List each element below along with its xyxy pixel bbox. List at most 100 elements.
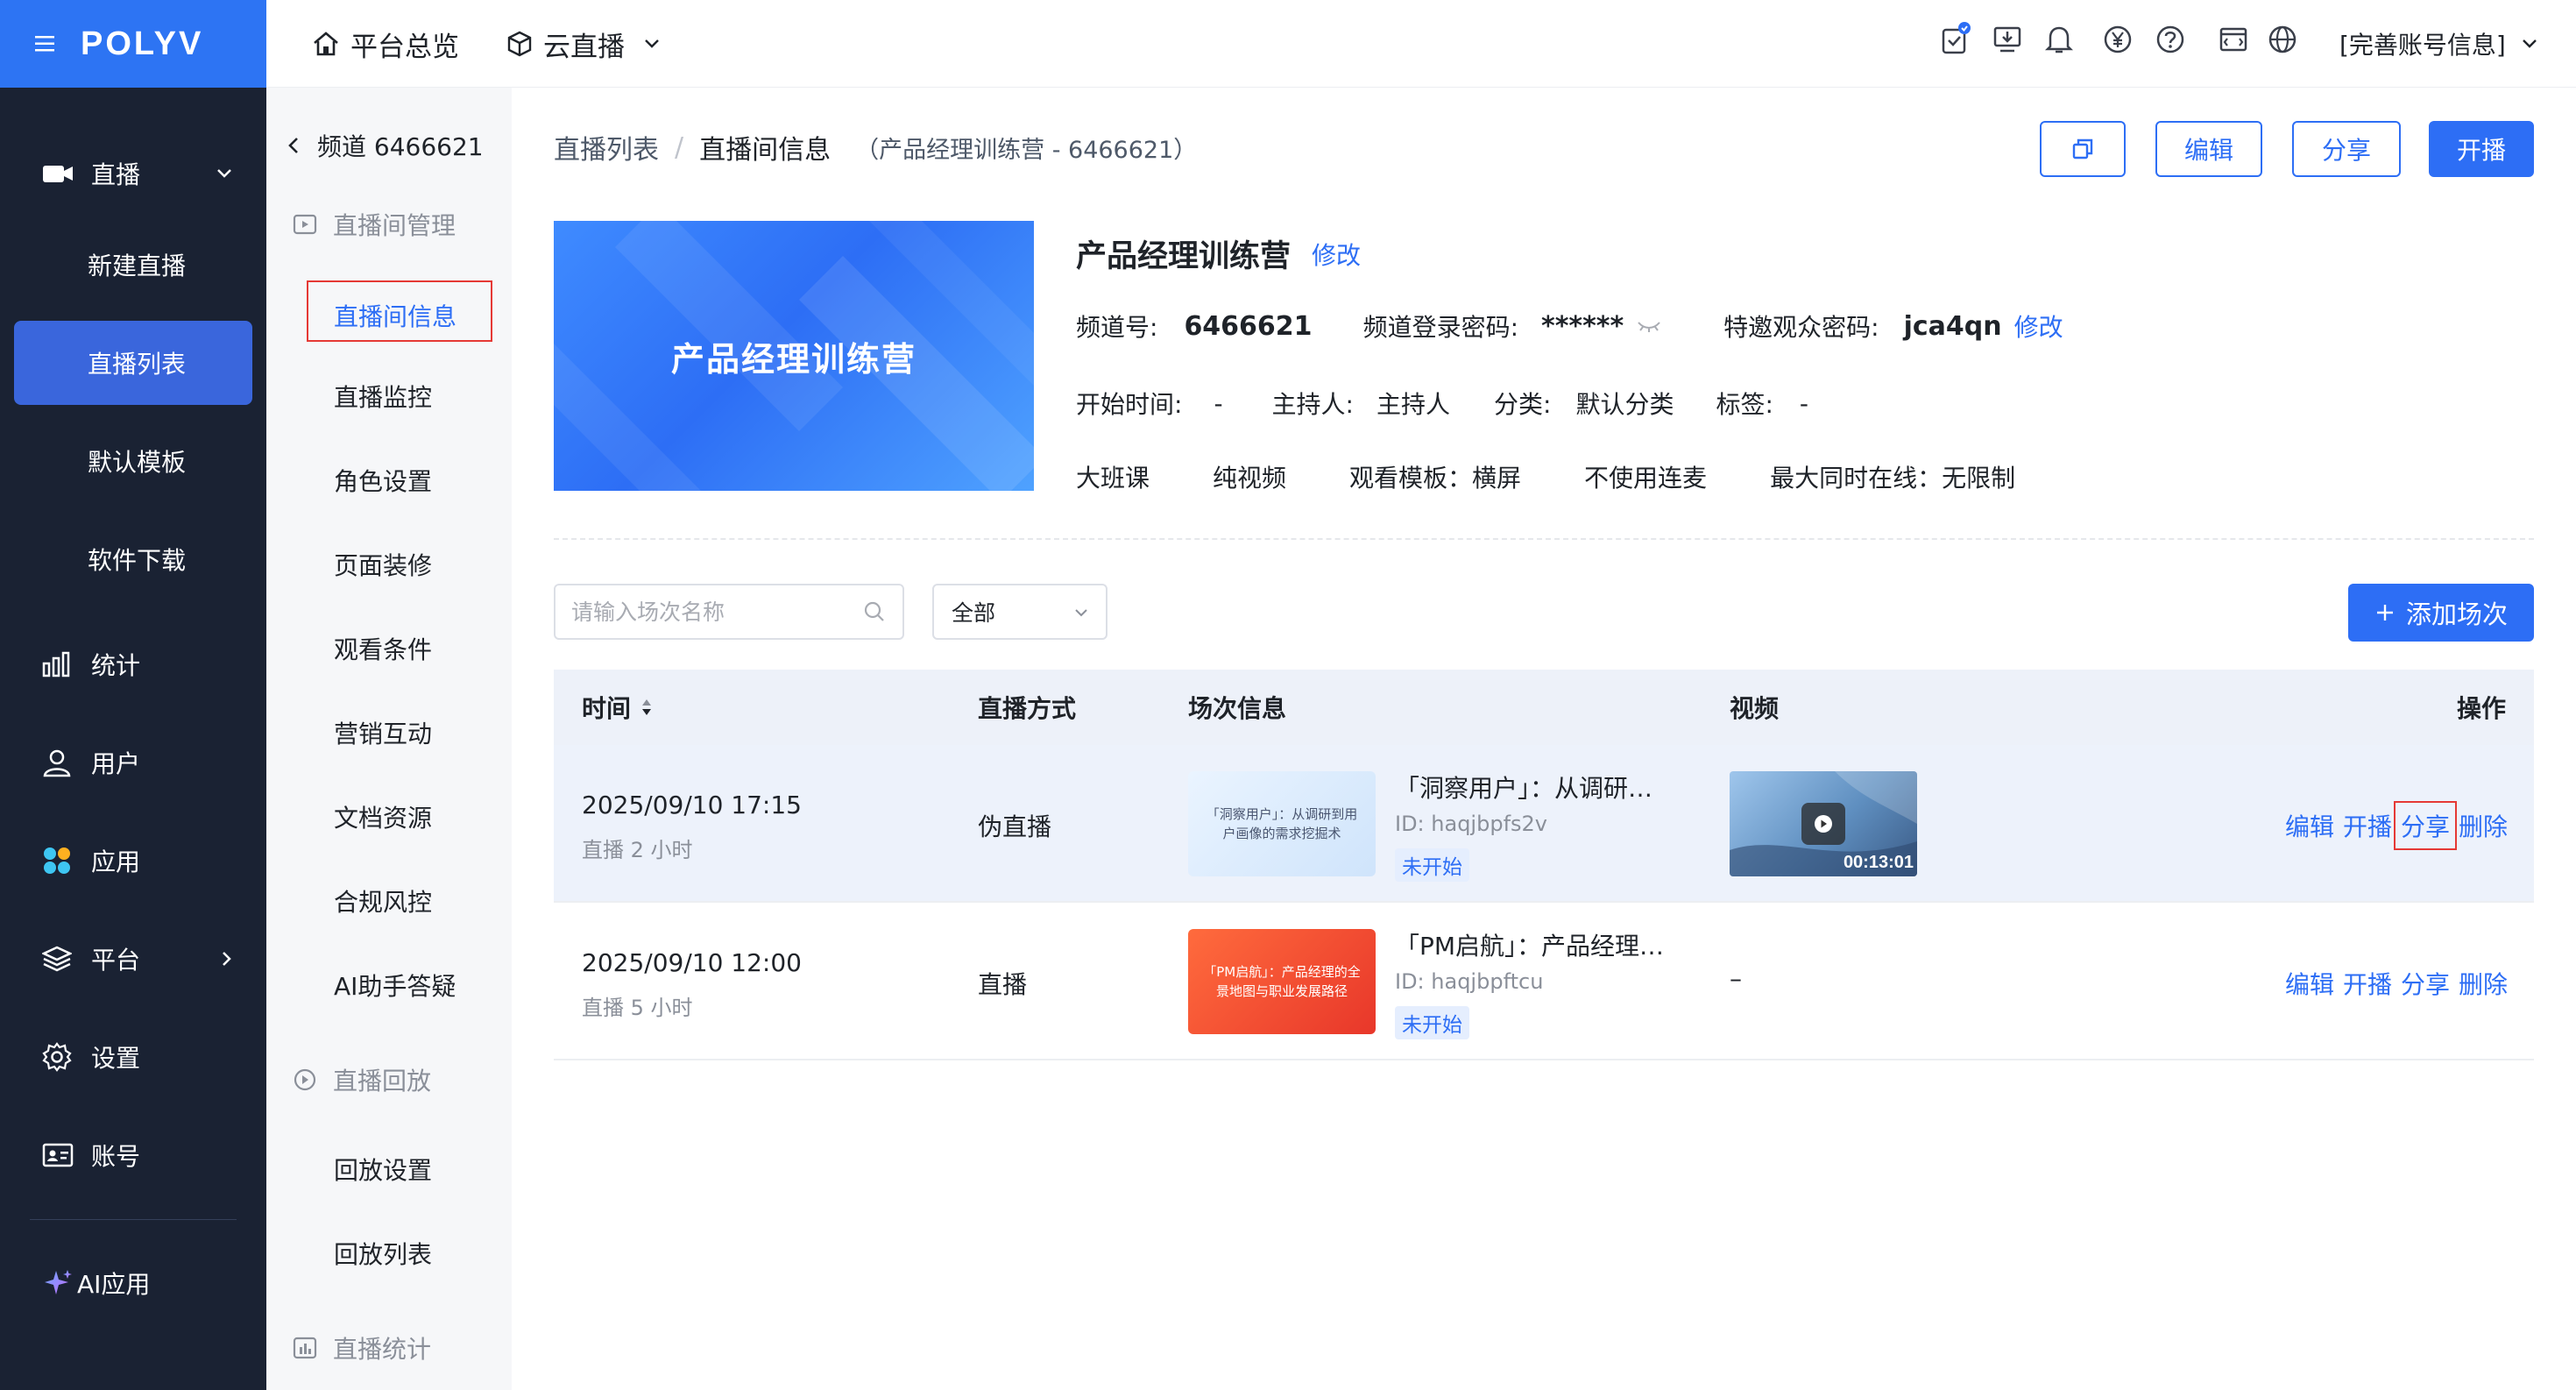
nav-ai-label: AI应用 (77, 1270, 151, 1299)
table-row[interactable]: 2025/09/10 12:00 直播 5 小时 直播 「PM启航」：产品经理的… (554, 903, 2534, 1060)
modify-title-link[interactable]: 修改 (1312, 237, 1361, 272)
channel-no: 6466621 (1184, 310, 1313, 342)
replay-icon (293, 1067, 317, 1092)
breadcrumb-live-list[interactable]: 直播列表 (554, 128, 659, 167)
video-empty: – (1730, 964, 1742, 993)
nav-stats[interactable]: 统计 (14, 622, 252, 706)
nav-new-live[interactable]: 新建直播 (14, 223, 252, 307)
group-room-manage: 直播间管理 (293, 207, 456, 242)
row-edit-link[interactable]: 编辑 (2285, 808, 2334, 843)
row-start-link[interactable]: 开播 (2343, 966, 2392, 1001)
side-room-info[interactable]: 直播间信息 (334, 298, 456, 333)
nav-ai[interactable]: AI应用 (14, 1241, 252, 1325)
side-playback-list[interactable]: 回放列表 (334, 1236, 432, 1271)
room-title-row: 产品经理训练营 修改 (1076, 231, 1361, 276)
cover-title: 产品经理训练营 (670, 339, 916, 379)
main-content: 直播列表 / 直播间信息 （产品经理训练营 - 6466621） 编辑 分享 开… (512, 88, 2576, 1390)
nav-live-list[interactable]: 直播列表 (14, 321, 252, 405)
prop-max-online: 最大同时在线：无限制 (1770, 464, 2016, 493)
row-edit-link[interactable]: 编辑 (2285, 966, 2334, 1001)
session-title[interactable]: 「洞察用户」：从调研… (1395, 769, 1652, 805)
top-menu-cloud-live[interactable]: 云直播 (506, 0, 660, 88)
side-role-settings[interactable]: 角色设置 (334, 463, 432, 498)
menu-toggle-icon[interactable] (35, 34, 58, 53)
video-thumbnail[interactable]: 00:13:01 (1730, 771, 1917, 876)
prop-mic: 不使用连麦 (1584, 464, 1708, 493)
chevron-down-icon (644, 39, 660, 49)
side-ai-assistant[interactable]: AI助手答疑 (334, 968, 456, 1003)
nav-settings[interactable]: 设置 (14, 1015, 252, 1099)
yen-icon[interactable] (2103, 25, 2133, 54)
nav-account[interactable]: 账号 (14, 1113, 252, 1197)
brand-bar: POLYV (0, 0, 266, 88)
edit-button[interactable]: 编辑 (2155, 121, 2262, 177)
nav-users[interactable]: 用户 (14, 720, 252, 805)
top-menu-overview[interactable]: 平台总览 (312, 0, 459, 88)
account-menu[interactable]: [完善账号信息] (2339, 0, 2537, 88)
status-select[interactable]: 全部 (932, 584, 1108, 640)
status-badge: 未开始 (1395, 1006, 1469, 1039)
th-time-label: 时间 (582, 694, 632, 723)
play-icon[interactable] (1801, 803, 1845, 845)
globe-icon[interactable] (2268, 25, 2297, 54)
login-pwd-label: 频道登录密码: (1362, 313, 1518, 342)
group-stats: 直播统计 (293, 1330, 431, 1365)
row-delete-link[interactable]: 删除 (2459, 808, 2508, 843)
nav-live[interactable]: 直播 (14, 131, 252, 216)
sparkle-icon (42, 1267, 74, 1299)
row-share-link[interactable]: 分享 (2393, 801, 2457, 850)
row-start-link[interactable]: 开播 (2343, 808, 2392, 843)
nav-software-download[interactable]: 软件下载 (14, 517, 252, 601)
session-time: 2025/09/10 12:00 (582, 948, 802, 977)
nav-platform[interactable]: 平台 (14, 917, 252, 1001)
top-bar: 平台总览 云直播 [完善账号信息] (266, 0, 2576, 88)
plus-icon (2374, 602, 2396, 623)
nav-apps[interactable]: 应用 (14, 819, 252, 903)
th-time[interactable]: 时间 (582, 670, 654, 745)
add-session-button[interactable]: 添加场次 (2348, 584, 2534, 642)
logo[interactable]: POLYV (81, 25, 203, 63)
nav-default-template[interactable]: 默认模板 (14, 419, 252, 503)
side-marketing[interactable]: 营销互动 (334, 715, 432, 750)
start-live-button[interactable]: 开播 (2429, 121, 2534, 177)
id-card-icon (42, 1142, 74, 1168)
category-label: 分类: (1494, 390, 1552, 419)
eye-closed-icon[interactable] (1636, 318, 1662, 334)
th-mode: 直播方式 (978, 694, 1077, 723)
search-icon[interactable] (862, 599, 887, 624)
video-duration: 00:13:01 (1843, 853, 1914, 872)
session-status-wrap: 未开始 (1395, 1006, 1469, 1039)
copy-button[interactable] (2040, 121, 2126, 177)
status-badge: 未开始 (1395, 848, 1469, 882)
gear-icon (42, 1042, 72, 1072)
bell-icon[interactable] (2045, 25, 2073, 54)
table-row[interactable]: 2025/09/10 17:15 直播 2 小时 伪直播 「洞察用户」：从调研到… (554, 745, 2534, 903)
download-icon[interactable] (1992, 25, 2022, 54)
row-share-link[interactable]: 分享 (2401, 966, 2450, 1001)
side-live-monitor[interactable]: 直播监控 (334, 379, 432, 414)
sort-icon[interactable] (640, 696, 654, 719)
console-icon[interactable] (2219, 25, 2248, 54)
session-title[interactable]: 「PM启航」：产品经理… (1395, 927, 1664, 962)
add-session-label: 添加场次 (2405, 599, 2508, 629)
share-button[interactable]: 分享 (2292, 121, 2401, 177)
nav-account-label: 账号 (91, 1142, 141, 1171)
start-time: - (1214, 388, 1223, 418)
nav-live-label: 直播 (91, 160, 141, 189)
breadcrumb-current: 直播间信息 (699, 135, 832, 166)
modify-invite-pwd-link[interactable]: 修改 (2014, 308, 2063, 344)
session-status-wrap: 未开始 (1395, 848, 1469, 882)
room-credentials-row: 频道号: 6466621 频道登录密码: ****** 特邀观众密码: jca4… (1076, 308, 2063, 344)
help-icon[interactable] (2155, 25, 2185, 54)
channel-back[interactable]: 频道 6466621 (287, 128, 484, 163)
side-compliance[interactable]: 合规风控 (334, 883, 432, 918)
row-delete-link[interactable]: 删除 (2459, 966, 2508, 1001)
task-check-icon[interactable] (1940, 21, 1971, 56)
session-search-input[interactable] (556, 585, 853, 638)
side-watch-conditions[interactable]: 观看条件 (334, 631, 432, 666)
side-documents[interactable]: 文档资源 (334, 799, 432, 834)
side-page-decor[interactable]: 页面装修 (334, 547, 432, 582)
group-playback: 直播回放 (293, 1062, 431, 1097)
group-stats-label: 直播统计 (333, 1335, 432, 1364)
side-playback-settings[interactable]: 回放设置 (334, 1152, 432, 1187)
